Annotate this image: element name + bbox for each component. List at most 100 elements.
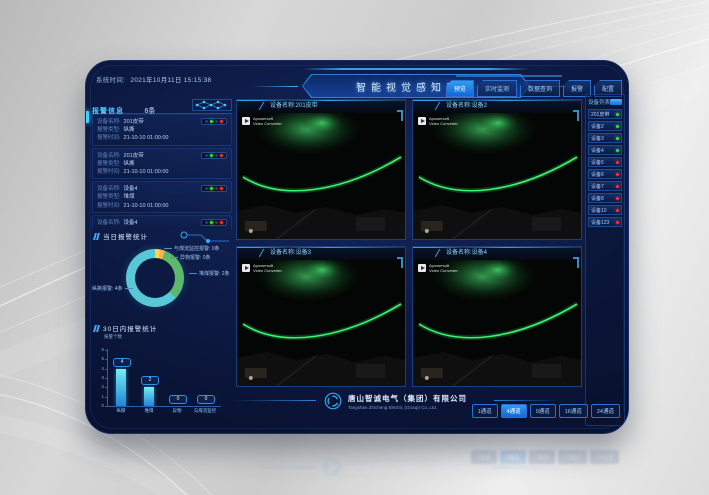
alarm-type-label: 报警类型: — [97, 161, 121, 167]
video-frame-image — [413, 113, 581, 239]
video-name-label: 设备名称: — [270, 250, 296, 256]
dashboard-panel: 系统时间: 2021年10月11日 15:15:38 智能视觉感知平台 预览实时… — [85, 60, 629, 434]
today-stats-title-text: 当日报警统计 — [103, 231, 148, 241]
bar-value-badge: 2 — [141, 376, 159, 385]
device-item[interactable]: 设备7 — [588, 181, 622, 191]
device-item[interactable]: 设备6 — [588, 169, 622, 179]
channel-button-4[interactable]: 16通道 — [559, 404, 588, 418]
monthly-stats-title-text: 30日内报警统计 — [103, 323, 157, 333]
video-cell-header: 设备名称:设备2 — [413, 100, 581, 114]
company-info: 唐山智诚电气（集团）有限公司 Tangshan Zhicheng Electri… — [324, 392, 467, 410]
nav-tab-2[interactable]: 实时监测 — [477, 80, 517, 97]
alarm-card[interactable]: 设备名称:201皮带报警类型:纵撕报警时间:21-10-10 01:00:00 — [92, 148, 232, 180]
device-item[interactable]: 设备5 — [588, 157, 622, 167]
channel-buttons: 1通道4通道9通道16通道24通道 — [472, 404, 620, 418]
device-name: 设备7 — [591, 183, 604, 190]
status-dot — [616, 197, 619, 200]
device-item[interactable]: 设备10 — [588, 205, 622, 215]
watermark: ApowersoftVideo Converter — [242, 264, 282, 273]
nav-tab-3[interactable]: 数据查询 — [520, 80, 560, 97]
video-cell-3[interactable]: 设备名称:设备3 ApowersoftVideo Con — [236, 246, 406, 387]
video-name-label: 设备名称: — [446, 250, 472, 256]
status-dot — [616, 161, 619, 164]
watermark-logo-icon — [242, 117, 250, 125]
alarm-type-value: 纵撕 — [124, 161, 135, 167]
system-time-label: 系统时间: — [96, 77, 125, 84]
channel-button-2[interactable]: 4通道 — [501, 404, 527, 418]
device-list-header: 设备列表 — [586, 95, 624, 108]
video-cell-1[interactable]: 设备名称:201皮带 ApowersoftVideo C — [236, 99, 406, 240]
device-item[interactable]: 设备4 — [588, 145, 622, 155]
alarm-status-indicator — [201, 152, 227, 159]
nav-tab-1[interactable]: 预览 — [446, 80, 474, 97]
watermark-text: ApowersoftVideo Converter — [429, 117, 458, 126]
alarm-time-label: 报警时间: — [97, 203, 121, 209]
alarm-type-value: 纵撕 — [124, 127, 135, 133]
alarm-card[interactable]: 设备名称:设备4报警类型:堆煤报警时间:21-10-10 01:00:00 — [92, 181, 232, 213]
status-dot — [616, 149, 619, 152]
donut-callout: 堆煤报警: 2条 — [189, 270, 230, 277]
video-grid: 设备名称:201皮带 ApowersoftVideo C — [236, 99, 582, 387]
alarm-device-value: 设备4 — [124, 186, 138, 192]
header-slash-decoration — [435, 102, 446, 110]
video-feed: ApowersoftVideo Converter — [413, 113, 581, 239]
status-dot — [616, 209, 619, 212]
alarm-device-label: 设备名称: — [97, 186, 121, 192]
alarm-device-value: 201皮带 — [124, 153, 144, 159]
device-name: 设备123 — [591, 219, 609, 226]
alarm-device-label: 设备名称: — [97, 220, 121, 226]
donut-callout: 纵撕报警: 4条 — [92, 285, 133, 292]
footer-line-right — [494, 400, 558, 401]
alarm-type-label: 报警类型: — [97, 127, 121, 133]
screenshot-stage: 系统时间: 2021年10月11日 15:15:38 智能视觉感知平台 预览实时… — [0, 0, 709, 495]
header-slash-decoration — [259, 102, 270, 110]
device-item[interactable]: 设备123 — [588, 217, 622, 227]
alarm-device-value: 201皮带 — [124, 119, 144, 125]
panel-edge-chip — [85, 111, 89, 123]
device-name: 设备5 — [591, 159, 604, 166]
watermark-line2: Video Converter — [253, 122, 282, 127]
panel-reflection: 唐山智诚电气（集团）有限公司 Tangshan Zhicheng Electri… — [85, 435, 627, 487]
today-stats-title: 当日报警统计 — [94, 231, 148, 241]
donut-callout: 与煤流监控报警: 0条 — [164, 245, 220, 252]
section-bars-icon — [93, 233, 97, 240]
alarm-status-indicator — [201, 219, 227, 226]
video-feed: ApowersoftVideo Converter — [237, 260, 405, 386]
video-cell-header: 设备名称:设备3 — [237, 247, 405, 261]
device-item[interactable]: 设备3 — [588, 133, 622, 143]
video-name-label: 设备名称: — [446, 103, 472, 109]
video-device-name: 设备3 — [296, 250, 311, 256]
header-slash-decoration — [259, 249, 270, 257]
device-item[interactable]: 设备8 — [588, 193, 622, 203]
panel-footer: 唐山智诚电气（集团）有限公司 Tangshan Zhicheng Electri… — [86, 387, 628, 433]
y-tick-dash — [105, 350, 108, 351]
channel-button-1[interactable]: 1通道 — [472, 404, 498, 418]
channel-button-5[interactable]: 24通道 — [591, 404, 620, 418]
alarm-sidebar: 报警信息 6条 设备名称:201皮带报警类型:纵撕报警时间:21-10-10 0… — [92, 99, 232, 421]
video-cell-4[interactable]: 设备名称:设备4 ApowersoftVideo Con — [412, 246, 582, 387]
y-tick: 3 — [94, 375, 104, 380]
device-item[interactable]: 201皮带 — [588, 109, 622, 119]
alarm-card[interactable]: 设备名称:设备4 — [92, 215, 232, 229]
video-cell-header: 设备名称:设备4 — [413, 247, 581, 261]
alarm-time-value: 21-10-10 01:00:00 — [124, 135, 169, 141]
watermark-logo-icon — [418, 117, 426, 125]
y-tick: 6 — [94, 347, 104, 352]
device-item[interactable]: 设备2 — [588, 121, 622, 131]
bar-chart-ylabel: 报警个数 — [104, 334, 122, 340]
alarm-panel-header: 报警信息 6条 — [92, 99, 232, 114]
channel-button-3[interactable]: 9通道 — [530, 404, 556, 418]
watermark-text: ApowersoftVideo Converter — [253, 117, 282, 126]
alarm-card[interactable]: 设备名称:201皮带报警类型:纵撕报警时间:21-10-10 01:00:00 — [92, 114, 232, 146]
video-cell-2[interactable]: 设备名称:设备2 ApowersoftVideo Con — [412, 99, 582, 240]
alarm-time-label: 报警时间: — [97, 169, 121, 175]
company-name-en: Tangshan Zhicheng Electric (Group) Co.,L… — [348, 405, 467, 410]
status-dot — [616, 221, 619, 224]
device-list-tab[interactable] — [610, 99, 622, 105]
alarm-type-value: 堆煤 — [124, 194, 135, 200]
watermark-line2: Video Converter — [253, 269, 282, 274]
footer-line-left — [232, 400, 316, 401]
monthly-stats-title: 30日内报警统计 — [94, 323, 157, 333]
company-name-cn: 唐山智诚电气（集团）有限公司 — [348, 393, 467, 404]
device-name: 设备10 — [591, 207, 607, 214]
